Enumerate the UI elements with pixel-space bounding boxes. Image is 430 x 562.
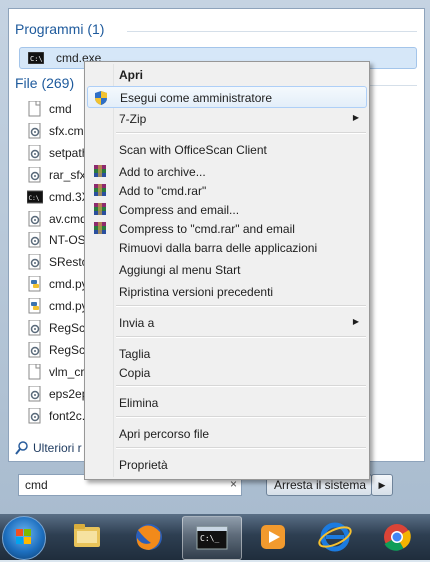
taskbar-internet-explorer[interactable]	[306, 516, 364, 558]
winrar-icon	[94, 165, 106, 177]
menu-item-7-zip[interactable]: 7-Zip ▶	[87, 108, 367, 130]
menu-separator	[116, 447, 366, 449]
script-icon	[28, 407, 41, 424]
menu-separator	[116, 336, 366, 338]
menu-item-apri[interactable]: Apri	[87, 64, 367, 86]
chrome-icon	[384, 524, 411, 551]
console-icon: C:\	[27, 190, 43, 204]
divider	[127, 31, 417, 32]
media-player-icon	[261, 525, 285, 549]
menu-item-propriet[interactable]: Proprietà	[87, 454, 367, 476]
taskbar-explorer[interactable]	[58, 516, 116, 558]
firefox-icon	[136, 524, 162, 550]
taskbar-firefox[interactable]	[120, 516, 178, 558]
svg-text:C:\: C:\	[29, 195, 40, 202]
menu-separator	[116, 385, 366, 387]
document-icon	[28, 363, 41, 380]
context-menu: Apri Esegui come amministratore 7-Zip ▶ Scan…	[84, 61, 370, 480]
menu-item-label: Taglia	[119, 347, 151, 361]
taskbar-chrome[interactable]	[368, 516, 426, 558]
file-item-label: cmd.py	[49, 277, 88, 292]
menu-item-apri-percorso-file[interactable]: Apri percorso file	[87, 423, 367, 445]
script-icon	[28, 232, 41, 248]
menu-item-label: Apri percorso file	[119, 427, 210, 441]
winrar-icon	[94, 222, 106, 234]
file-item-label: NT-OS	[49, 233, 86, 248]
document-icon	[28, 101, 41, 117]
python-icon	[28, 276, 41, 292]
submenu-arrow-icon: ▶	[352, 113, 359, 122]
svg-text:C:\: C:\	[30, 55, 43, 63]
uac-shield-icon	[95, 91, 107, 105]
menu-item-label: 7-Zip	[119, 112, 147, 126]
script-icon	[28, 254, 41, 270]
menu-separator	[116, 132, 366, 134]
script-icon	[28, 122, 41, 139]
submenu-arrow-icon: ▶	[352, 317, 359, 326]
script-icon	[28, 385, 41, 402]
menu-item-label: Aggiungi al menu Start	[119, 263, 241, 277]
file-item-label: setpath	[49, 145, 89, 160]
file-item-label: av.cmd	[49, 211, 87, 226]
script-icon	[28, 341, 41, 358]
winrar-icon	[94, 203, 106, 215]
taskbar-media-player[interactable]	[244, 516, 302, 558]
file-item-label: eps2ep	[49, 386, 89, 401]
menu-item-elimina[interactable]: Elimina	[87, 392, 367, 414]
menu-item-label: Compress to "cmd.rar" and email	[119, 222, 295, 236]
winrar-icon	[94, 184, 106, 196]
shutdown-label: Arresta il sistema	[274, 478, 367, 492]
menu-item-copia[interactable]: Copia	[87, 362, 367, 384]
menu-item-label: Rimuovi dalla barra delle applicazioni	[119, 241, 318, 255]
console-icon: C:\_	[196, 526, 228, 550]
menu-separator	[116, 305, 366, 307]
menu-item-label: Proprietà	[119, 458, 168, 472]
taskbar: C:\_	[0, 514, 430, 560]
menu-item-label: Ripristina versioni precedenti	[119, 285, 274, 299]
menu-item-aggiungi-al-menu-start[interactable]: Aggiungi al menu Start	[87, 259, 367, 281]
file-item-label: cmd.py	[49, 299, 88, 314]
menu-item-label: Copia	[119, 366, 151, 380]
script-icon	[28, 166, 41, 183]
python-icon	[28, 298, 41, 314]
search-value: cmd	[25, 478, 48, 492]
chevron-right-icon: ▶	[378, 480, 386, 490]
menu-item-label: Compress and email...	[119, 203, 240, 217]
start-button[interactable]	[2, 516, 46, 560]
file-item-label: rar_sfx.	[49, 167, 90, 182]
shutdown-options-button[interactable]: ▶	[371, 474, 393, 496]
script-icon	[28, 144, 41, 161]
menu-separator	[116, 416, 366, 418]
script-icon	[28, 210, 41, 226]
script-icon	[28, 320, 41, 336]
file-item-label: SResto	[49, 255, 89, 270]
more-results-label: Ulteriori r	[33, 441, 82, 455]
menu-item-label: Add to archive...	[119, 165, 206, 179]
console-icon: C:\	[28, 52, 44, 64]
folder-icon	[74, 524, 100, 547]
menu-item-label: Esegui come amministratore	[120, 91, 273, 105]
windows-logo-icon	[16, 529, 31, 544]
menu-item-scan-with-officescan-client[interactable]: Scan with OfficeScan Client	[87, 139, 367, 161]
files-header: File (269)	[15, 75, 75, 91]
file-item-label: cmd	[49, 102, 72, 116]
menu-item-ripristina-versioni-precedenti[interactable]: Ripristina versioni precedenti	[87, 281, 367, 303]
menu-item-rimuovi-dalla-barra-delle-applicazioni[interactable]: Rimuovi dalla barra delle applicazioni	[87, 237, 367, 259]
menu-item-label: Add to "cmd.rar"	[119, 184, 207, 198]
menu-item-esegui-come-amministratore[interactable]: Esegui come amministratore	[87, 86, 367, 108]
search-icon	[15, 441, 28, 455]
programs-header: Programmi (1)	[15, 21, 105, 37]
menu-item-label: Invia a	[119, 316, 155, 330]
menu-item-invia-a[interactable]: Invia a ▶	[87, 312, 367, 334]
menu-item-label: Scan with OfficeScan Client	[119, 143, 267, 157]
file-item-label: vlm_cr	[49, 364, 85, 379]
internet-explorer-icon	[318, 522, 352, 552]
menu-item-label: Apri	[119, 68, 143, 82]
file-item-label: font2c.	[49, 408, 86, 423]
svg-text:C:\_: C:\_	[200, 534, 219, 543]
taskbar-cmd[interactable]: C:\_	[182, 516, 242, 560]
menu-item-label: Elimina	[119, 396, 159, 410]
